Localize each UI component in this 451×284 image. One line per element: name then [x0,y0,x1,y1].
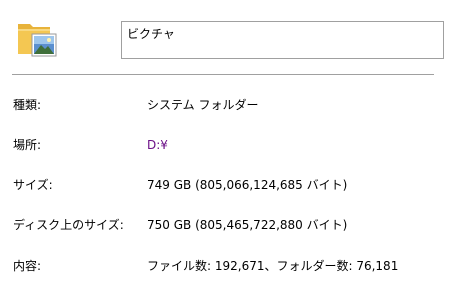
size-value: 749 GB (805,066,124,685 バイト) [147,178,348,192]
pictures-folder-icon [12,16,60,60]
location-value[interactable]: D:¥ [147,135,168,155]
property-row-contents: 内容: ファイル数: 192,671、フォルダー数: 76,181 [0,256,451,276]
property-row-size: サイズ: 749 GB (805,066,124,685 バイト) [0,175,451,195]
location-label: 場所: [13,138,42,152]
size-on-disk-label: ディスク上のサイズ: [13,218,124,232]
property-row-type: 種類: システム フォルダー [0,95,451,115]
property-row-size-on-disk: ディスク上のサイズ: 750 GB (805,465,722,880 バイト) [0,215,451,235]
divider [12,74,434,75]
size-label: サイズ: [13,178,53,192]
property-row-location: 場所: D:¥ [0,135,451,155]
contents-value: ファイル数: 192,671、フォルダー数: 76,181 [147,259,399,273]
contents-label: 内容: [13,259,42,273]
folder-name-field[interactable]: ビクチャ [121,21,444,59]
type-label: 種類: [13,98,42,112]
size-on-disk-value: 750 GB (805,465,722,880 バイト) [147,218,348,232]
type-value: システム フォルダー [147,98,259,112]
